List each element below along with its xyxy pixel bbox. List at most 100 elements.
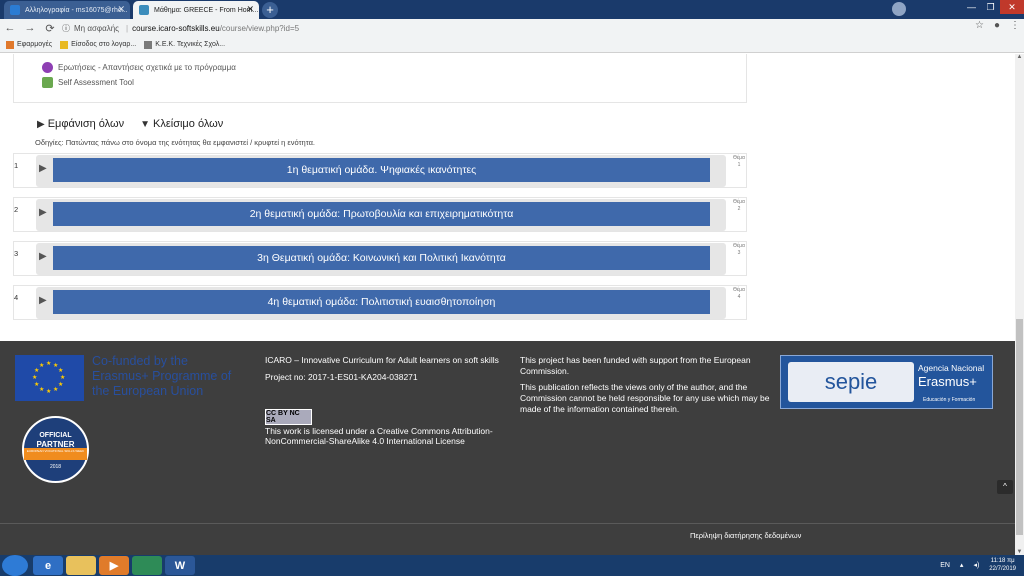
sepie-erasmus-logo: sepie Agencia Nacional Erasmus+ Educació…	[780, 355, 993, 409]
new-tab-button[interactable]: +	[262, 2, 278, 18]
partner-year: 2018	[49, 464, 62, 470]
google-icon	[60, 40, 69, 49]
page-scrollbar[interactable]: ▲ ▼	[1015, 54, 1024, 555]
footer-divider	[0, 523, 1015, 524]
ie-icon[interactable]: e	[33, 556, 63, 575]
svg-text:★: ★	[34, 381, 39, 388]
section-title-button[interactable]: 3η Θεματική ομάδα: Κοινωνική και Πολιτικ…	[53, 246, 710, 270]
minimize-icon[interactable]: —	[962, 0, 981, 14]
svg-text:★: ★	[53, 386, 58, 393]
resource-label: Self Assessment Tool	[58, 78, 134, 87]
collapse-controls: ▶ Εμφάνιση όλων ▼ Κλείσιμο όλων	[37, 118, 223, 130]
section-side-label: Θέμα 3	[733, 243, 745, 256]
bookmark-label: Είσοδος στο λογαρ...	[71, 41, 137, 48]
tab-mail[interactable]: Αλληλογραφία - ms16075@rho... ✕	[4, 1, 130, 19]
svg-text:★: ★	[46, 360, 51, 367]
resource-label: Ερωτήσεις - Απαντήσεις σχετικά με το πρό…	[58, 63, 236, 72]
forum-link[interactable]: Ερωτήσεις - Απαντήσεις σχετικά με το πρό…	[42, 62, 236, 73]
footer-project-info: ICARO – Innovative Curriculum for Adult …	[265, 355, 500, 389]
clock[interactable]: 11:18 πμ 22/7/2019	[989, 557, 1016, 573]
windows-taskbar: e ▶ W EN ▴ ◂) 11:18 πμ 22/7/2019	[0, 555, 1024, 576]
license-text: This work is licensed under a Creative C…	[265, 426, 493, 446]
section-title-button[interactable]: 4η θεματική ομάδα: Πολιτιστική ευαισθητο…	[53, 290, 710, 314]
triangle-down-icon: ▼	[140, 118, 151, 130]
browser-toolbar: ← → ⟳ ⓘ Μη ασφαλής | course.icaro-softsk…	[0, 19, 1024, 37]
browser-tab-strip: Αλληλογραφία - ms16075@rho... ✕ Μάθημα: …	[0, 0, 1024, 19]
close-icon[interactable]: ✕	[117, 4, 125, 15]
hide-all-label: Κλείσιμο όλων	[153, 118, 224, 130]
svg-text:★: ★	[58, 367, 63, 374]
section-title-button[interactable]: 2η θεματική ομάδα: Πρωτοβουλία και επιχε…	[53, 202, 710, 226]
partner-band: EUROPEAN VOCATIONAL SKILLS WEEK	[24, 448, 87, 460]
system-tray: EN ▴ ◂) 11:18 πμ 22/7/2019	[940, 557, 1016, 573]
forward-icon[interactable]: →	[20, 22, 40, 34]
creative-commons-badge[interactable]: CC BY NC SA	[265, 409, 312, 425]
address-bar[interactable]: ⓘ Μη ασφαλής | course.icaro-softskills.e…	[62, 21, 962, 35]
folder-icon[interactable]	[66, 556, 96, 575]
bookmarks-bar: Εφαρμογές Είσοδος στο λογαρ... Κ.Ε.Κ. Τε…	[0, 37, 1024, 53]
star-icon[interactable]: ☆	[975, 20, 984, 31]
language-indicator[interactable]: EN	[940, 562, 950, 569]
play-right-icon: ▶	[37, 118, 45, 130]
media-player-icon[interactable]: ▶	[99, 556, 129, 575]
expand-icon[interactable]: ▶	[39, 251, 47, 262]
erasmus-label: Erasmus+	[918, 374, 977, 389]
close-window-icon[interactable]: ✕	[1000, 0, 1024, 14]
menu-icon[interactable]: ⋮	[1010, 20, 1020, 31]
bookmark-apps[interactable]: Εφαρμογές	[6, 40, 53, 49]
tab-course[interactable]: Μάθημα: GREECE - From Hom... ✕	[133, 1, 259, 19]
flag-icon[interactable]: ▴	[960, 561, 964, 569]
moodle-icon	[139, 5, 149, 15]
eu-cofunded-text: Co-funded by the Erasmus+ Programme of t…	[92, 354, 232, 398]
bookmark-login[interactable]: Είσοδος στο λογαρ...	[60, 40, 137, 49]
chrome-icon[interactable]	[132, 556, 162, 575]
section-side-label: Θέμα 1	[733, 155, 745, 168]
expand-icon[interactable]: ▶	[39, 163, 47, 174]
divider: |	[126, 23, 129, 33]
section-title-button[interactable]: 1η θεματική ομάδα. Ψηφιακές ικανότητες	[53, 158, 710, 182]
expand-icon[interactable]: ▶	[39, 295, 47, 306]
agency-label: Agencia Nacional	[918, 363, 985, 373]
back-to-top-button[interactable]: ^	[997, 480, 1013, 494]
back-icon[interactable]: ←	[0, 22, 20, 34]
section-number: 1	[14, 161, 19, 170]
quiz-icon	[42, 77, 53, 88]
volume-icon[interactable]: ◂)	[973, 561, 979, 569]
eu-flag-logo: ★ ★ ★ ★ ★ ★ ★ ★ ★ ★ ★ ★	[15, 355, 84, 401]
hide-all-button[interactable]: ▼ Κλείσιμο όλων	[140, 118, 223, 130]
bookmark-label: Εφαρμογές	[17, 41, 53, 48]
svg-text:★: ★	[60, 374, 65, 381]
privacy-link[interactable]: Περίληψη διατήρησης δεδομένων	[690, 531, 801, 540]
section-row: 3 ▶ 3η Θεματική ομάδα: Κοινωνική και Πολ…	[13, 241, 747, 276]
svg-text:★: ★	[46, 388, 51, 395]
icaro-description: ICARO – Innovative Curriculum for Adult …	[265, 355, 499, 365]
scroll-thumb[interactable]	[1016, 319, 1023, 535]
svg-text:★: ★	[32, 374, 37, 381]
reload-icon[interactable]: ⟳	[40, 22, 60, 35]
section-row: 1 ▶ 1η θεματική ομάδα. Ψηφιακές ικανότητ…	[13, 153, 747, 188]
maximize-icon[interactable]: ❐	[981, 0, 1000, 14]
info-icon[interactable]: ⓘ	[62, 23, 70, 34]
bookmark-kek[interactable]: Κ.Ε.Κ. Τεχνικές Σχολ...	[144, 40, 225, 49]
disclaimer-text: This publication reflects the views only…	[520, 382, 770, 414]
show-all-button[interactable]: ▶ Εμφάνιση όλων	[37, 118, 124, 130]
expand-icon[interactable]: ▶	[39, 207, 47, 218]
close-icon[interactable]: ✕	[246, 4, 254, 15]
windows-start-icon[interactable]	[2, 555, 28, 576]
toolbar-right: ☆ ● ⋮	[975, 20, 1020, 31]
self-assessment-link[interactable]: Self Assessment Tool	[42, 77, 134, 88]
account-icon[interactable]: ●	[994, 20, 1000, 31]
security-label: Μη ασφαλής	[74, 23, 120, 33]
profile-avatar[interactable]	[892, 2, 906, 16]
url-path: /course/view.php?id=5	[219, 23, 300, 33]
partner-line1: OFFICIAL	[39, 432, 72, 439]
forum-icon	[42, 62, 53, 73]
word-icon[interactable]: W	[165, 556, 195, 575]
apps-grid-icon	[6, 40, 14, 49]
section-number: 3	[14, 249, 19, 258]
show-all-label: Εμφάνιση όλων	[47, 118, 125, 130]
tab-title: Μάθημα: GREECE - From Hom...	[154, 6, 259, 14]
education-label: Educación y Formación	[923, 397, 976, 403]
scroll-up-icon[interactable]: ▲	[1015, 54, 1024, 60]
section-side-label: Θέμα 4	[733, 287, 745, 300]
